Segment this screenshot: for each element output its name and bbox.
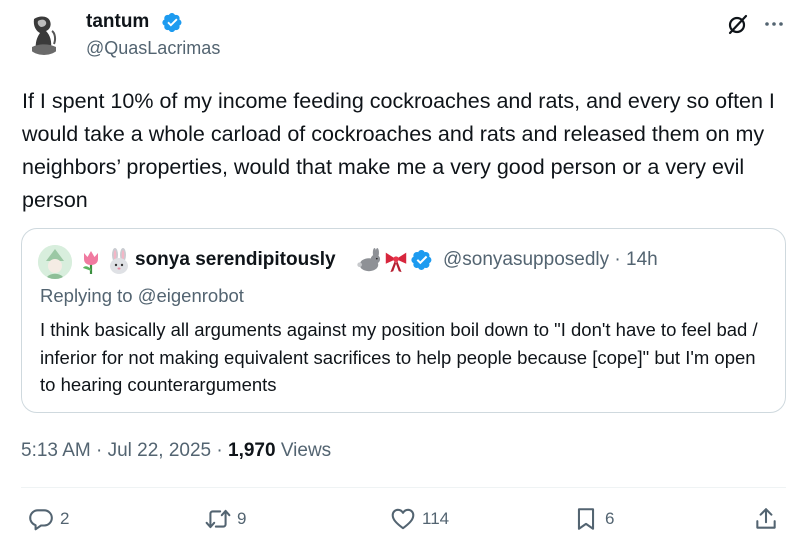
tweet-text: If I spent 10% of my income feeding cock…	[22, 89, 775, 212]
author-handle[interactable]: @QuasLacrimas	[86, 37, 220, 59]
like-button[interactable]: 114	[390, 505, 449, 533]
tweet-meta: 5:13 AM · Jul 22, 2025 · 1,970 Views	[21, 438, 331, 464]
quoted-tweet[interactable]: sonya serendipitously @sonyasupposedly ·…	[21, 228, 786, 413]
replying-to: Replying to @eigenrobot	[40, 285, 244, 306]
tulip-icon	[83, 251, 98, 274]
ribbon-icon	[385, 252, 407, 273]
quote-text: I think basically all arguments against …	[40, 319, 758, 395]
tweet-timestamp[interactable]: 5:13 AM · Jul 22, 2025 ·	[21, 440, 228, 461]
author-avatar[interactable]	[22, 11, 66, 55]
bookmark-button[interactable]: 6	[573, 505, 614, 533]
rabbit-icon	[357, 248, 381, 272]
repost-icon	[205, 509, 231, 529]
rabbit-face-icon	[110, 248, 128, 274]
like-count: 114	[422, 509, 450, 528]
avatar-image	[22, 11, 66, 55]
reply-button[interactable]: 2	[28, 505, 69, 533]
reply-count: 2	[60, 509, 70, 528]
verified-badge-icon	[162, 12, 182, 33]
grok-icon[interactable]	[726, 12, 750, 36]
reply-icon	[29, 509, 53, 531]
like-icon	[391, 508, 415, 530]
bookmark-icon	[577, 508, 595, 530]
quote-author-name[interactable]: sonya serendipitously	[135, 248, 336, 272]
quote-verified-badge-icon	[411, 250, 432, 270]
bookmark-count: 6	[605, 509, 615, 528]
share-button[interactable]	[753, 505, 779, 533]
views-count: 1,970	[228, 440, 276, 461]
author-name[interactable]: tantum	[86, 10, 149, 34]
quote-author-handle-time[interactable]: @sonyasupposedly · 14h	[443, 248, 658, 272]
divider	[21, 487, 786, 488]
repost-button[interactable]: 9	[205, 505, 246, 533]
views-label: Views	[275, 440, 332, 461]
quote-avatar-image	[38, 245, 72, 279]
more-options-icon[interactable]	[762, 12, 786, 36]
repost-count: 9	[237, 509, 247, 528]
quote-author-avatar[interactable]	[38, 245, 72, 279]
share-icon	[756, 508, 776, 529]
